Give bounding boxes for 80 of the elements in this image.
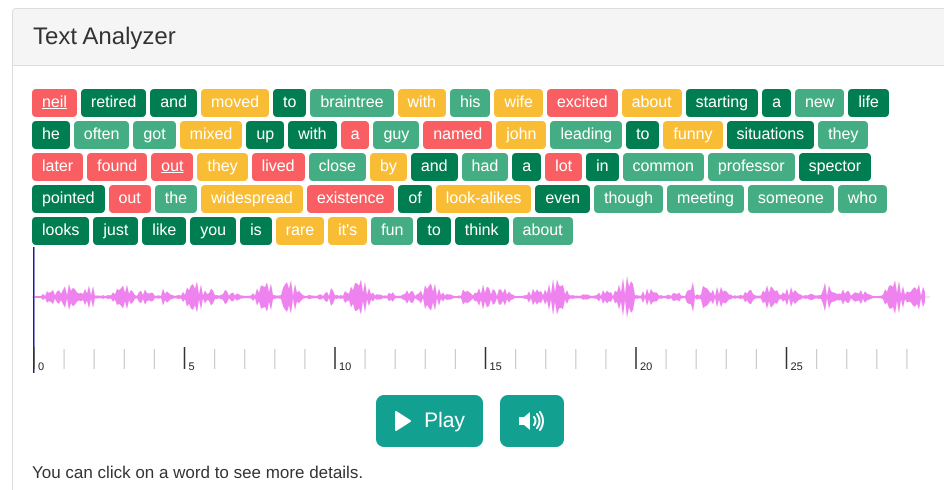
word-chip[interactable]: to <box>626 121 660 149</box>
word-chip[interactable]: lived <box>252 153 305 181</box>
time-label: 10 <box>339 361 352 373</box>
volume-button[interactable] <box>500 395 564 447</box>
word-chip[interactable]: common <box>622 153 704 181</box>
word-chip[interactable]: john <box>496 121 546 149</box>
time-label: 20 <box>640 361 652 373</box>
play-button[interactable]: Play <box>376 395 483 447</box>
word-chip[interactable]: mixed <box>180 121 242 149</box>
word-chip[interactable]: close <box>308 153 366 181</box>
word-chip[interactable]: retired <box>80 89 146 117</box>
word-chip[interactable]: widespread <box>201 185 303 213</box>
word-chip[interactable]: guy <box>373 121 420 149</box>
word-chip[interactable]: a <box>762 89 791 117</box>
word-chip[interactable]: to <box>273 89 306 117</box>
speaker-icon <box>518 410 546 432</box>
word-chip[interactable]: someone <box>748 185 834 213</box>
word-chip[interactable]: think <box>454 217 509 245</box>
time-label: 15 <box>490 361 502 373</box>
word-chip[interactable]: by <box>370 153 407 181</box>
word-chip[interactable]: spector <box>798 153 872 181</box>
word-chip[interactable]: out <box>108 185 151 213</box>
word-chip[interactable]: who <box>838 185 888 213</box>
word-chip[interactable]: just <box>93 217 138 245</box>
word-chip[interactable]: with <box>288 121 337 149</box>
word-chip[interactable]: with <box>398 89 446 117</box>
word-chip[interactable]: moved <box>200 89 269 117</box>
word-chip[interactable]: look-alikes <box>436 185 532 213</box>
card-title: Text Analyzer <box>33 23 176 51</box>
word-chip[interactable]: meeting <box>667 185 744 213</box>
word-chip[interactable]: neil <box>32 89 77 117</box>
word-chip[interactable]: braintree <box>310 89 394 117</box>
word-chip[interactable]: even <box>535 185 590 213</box>
word-chip[interactable]: existence <box>306 185 394 213</box>
time-label: 0 <box>38 361 44 373</box>
word-chip[interactable]: excited <box>546 89 618 117</box>
word-chip[interactable]: got <box>133 121 176 149</box>
time-label: 5 <box>188 361 195 373</box>
word-chip[interactable]: and <box>150 89 197 117</box>
word-chip[interactable]: in <box>586 153 619 181</box>
word-chip[interactable]: his <box>450 89 490 117</box>
word-chip[interactable]: rare <box>276 217 324 245</box>
play-icon <box>394 410 412 432</box>
word-chip[interactable]: pointed <box>32 185 104 213</box>
word-chip[interactable]: of <box>398 185 432 213</box>
word-chip[interactable]: fun <box>371 217 414 245</box>
word-chip[interactable]: wife <box>494 89 543 117</box>
word-chip[interactable]: new <box>794 89 844 117</box>
word-chip[interactable]: they <box>818 121 868 149</box>
word-chip[interactable]: about <box>512 217 573 245</box>
word-chip[interactable]: like <box>142 217 186 245</box>
word-chip[interactable]: the <box>154 185 197 213</box>
word-chip[interactable]: lot <box>545 153 582 181</box>
word-chip[interactable]: funny <box>663 121 723 149</box>
word-chip[interactable]: life <box>848 89 889 117</box>
time-label: 25 <box>790 361 803 373</box>
word-chip[interactable]: and <box>410 153 458 181</box>
word-chip[interactable]: it's <box>328 217 368 245</box>
word-chip[interactable]: to <box>417 217 451 245</box>
word-chip[interactable]: leading <box>550 121 622 149</box>
word-chip[interactable]: looks <box>32 217 90 245</box>
word-chip[interactable]: a <box>340 121 370 149</box>
hint-text: You can click on a word to see more details. <box>32 463 364 483</box>
word-chip[interactable]: had <box>462 153 508 181</box>
word-chip[interactable]: is <box>240 217 272 245</box>
word-chip[interactable]: they <box>197 153 248 181</box>
word-chip[interactable]: you <box>190 217 236 245</box>
word-chip[interactable]: though <box>594 185 663 213</box>
word-chip[interactable]: he <box>32 121 70 149</box>
word-chip[interactable]: named <box>423 121 492 149</box>
word-chip[interactable]: later <box>32 153 84 181</box>
word-chip[interactable]: a <box>512 153 542 181</box>
word-chip[interactable]: often <box>74 121 130 149</box>
word-chip[interactable]: professor <box>708 153 795 181</box>
word-chip[interactable]: found <box>87 153 148 181</box>
word-chip[interactable]: up <box>246 121 284 149</box>
word-chip[interactable]: situations <box>726 121 814 149</box>
word-chip[interactable]: out <box>151 153 194 181</box>
word-chip[interactable]: about <box>622 89 682 117</box>
word-chip[interactable]: starting <box>686 89 758 117</box>
